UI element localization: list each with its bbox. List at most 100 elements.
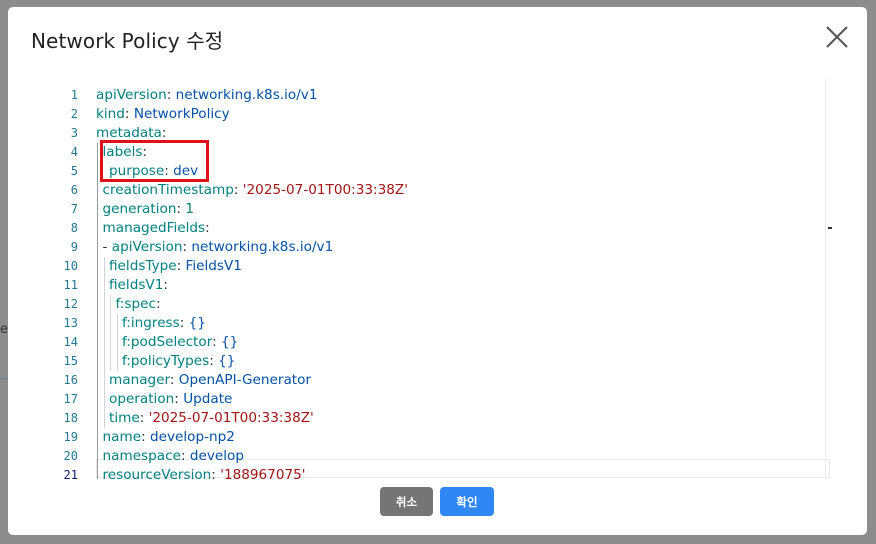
code-line[interactable]: 3 metadata:	[52, 124, 832, 143]
code-line[interactable]: 8 managedFields:	[52, 219, 832, 238]
token-key: operation	[109, 391, 175, 407]
line-number: 13	[63, 316, 78, 330]
code-line[interactable]: 11 fieldsV1:	[52, 276, 832, 295]
code-text: creationTimestamp: '2025-07-01T00:33:38Z…	[103, 181, 408, 200]
token-val: {}	[188, 315, 206, 331]
token-key: f:podSelector	[122, 334, 213, 350]
edit-network-policy-modal: Network Policy 수정 1 apiVersion: networkin…	[8, 7, 867, 535]
token-str: '2025-07-01T00:33:38Z'	[242, 182, 408, 198]
code-line[interactable]: 20 namespace: develop	[52, 447, 832, 466]
code-text: generation: 1	[103, 200, 195, 219]
token-val: NetworkPolicy	[133, 106, 230, 122]
yaml-code-editor[interactable]: 1 apiVersion: networking.k8s.io/v1 2 kind: …	[52, 79, 832, 479]
line-number: 16	[63, 373, 78, 387]
token-val: Update	[183, 391, 233, 407]
close-button[interactable]	[825, 25, 849, 49]
token-key: namespace	[102, 448, 181, 464]
token-key: f:spec	[115, 296, 156, 312]
code-text: kind: NetworkPolicy	[96, 105, 230, 124]
token-val: develop-np2	[149, 429, 235, 445]
token-punct: :	[233, 182, 243, 198]
line-number: 4	[70, 145, 78, 159]
code-text: manager: OpenAPI-Generator	[109, 371, 311, 390]
code-text: name: develop-np2	[103, 428, 235, 447]
code-text: f:policyTypes: {}	[122, 352, 235, 371]
indent-guide	[103, 257, 105, 428]
line-number: 8	[70, 221, 78, 235]
token-punct: :	[139, 410, 149, 426]
code-line[interactable]: 13 f:ingress: {}	[52, 314, 832, 333]
line-number: 5	[70, 164, 78, 178]
code-line[interactable]: 21 resourceVersion: '188967075'	[52, 466, 832, 479]
token-key: resourceVersion	[102, 467, 212, 479]
code-text: f:spec:	[116, 295, 161, 314]
token-val: OpenAPI-Generator	[178, 372, 312, 388]
code-line[interactable]: 14 f:podSelector: {}	[52, 333, 832, 352]
code-line[interactable]: 7 generation: 1	[52, 200, 832, 219]
token-punct: :	[176, 258, 186, 274]
token-key: metadata	[96, 125, 162, 141]
indent-guide	[97, 143, 98, 479]
code-text: apiVersion: networking.k8s.io/v1	[96, 86, 317, 105]
token-punct: :	[179, 315, 189, 331]
token-key: kind	[96, 106, 125, 122]
line-number: 20	[63, 449, 78, 463]
code-line[interactable]: 18 time: '2025-07-01T00:33:38Z'	[52, 409, 832, 428]
indent-guide	[110, 295, 111, 371]
code-text: managedFields:	[103, 219, 210, 238]
token-punct: :	[163, 277, 168, 293]
token-key: managedFields	[102, 220, 206, 236]
line-number: 9	[70, 240, 78, 254]
token-val: {}	[218, 353, 236, 369]
code-line[interactable]: 19 name: develop-np2	[52, 428, 832, 447]
token-punct: :	[155, 296, 161, 312]
token-punct: :	[124, 106, 134, 122]
code-text: fieldsV1:	[109, 276, 168, 295]
close-icon	[826, 26, 848, 48]
code-text: operation: Update	[109, 390, 232, 409]
token-punct: :	[212, 334, 221, 350]
code-text: fieldsType: FieldsV1	[109, 257, 242, 276]
token-str: '188967075'	[220, 467, 306, 479]
code-line[interactable]: 2 kind: NetworkPolicy	[52, 105, 832, 124]
token-val: networking.k8s.io/v1	[191, 239, 334, 255]
line-number: 17	[63, 392, 78, 406]
code-line[interactable]: 6 creationTimestamp: '2025-07-01T00:33:38…	[52, 181, 832, 200]
code-line[interactable]: 1 apiVersion: networking.k8s.io/v1	[52, 86, 832, 105]
token-key: purpose	[109, 163, 165, 179]
code-line[interactable]: 9 - apiVersion: networking.k8s.io/v1	[52, 238, 832, 257]
line-number: 21	[63, 468, 78, 479]
token-key: time	[109, 410, 140, 426]
code-line[interactable]: 4 labels:	[52, 143, 832, 162]
token-punct: :	[142, 144, 148, 160]
token-key: name	[102, 429, 142, 445]
code-line[interactable]: 15 f:policyTypes: {}	[52, 352, 832, 371]
token-key: generation	[102, 201, 177, 217]
line-number: 14	[63, 335, 78, 349]
code-line[interactable]: 16 manager: OpenAPI-Generator	[52, 371, 832, 390]
code-text: time: '2025-07-01T00:33:38Z'	[109, 409, 314, 428]
token-key: apiVersion	[96, 87, 167, 103]
background-fragment: e	[0, 322, 8, 337]
line-number: 2	[70, 107, 78, 121]
code-text: metadata:	[96, 124, 166, 143]
token-val: FieldsV1	[185, 258, 242, 274]
token-punct: :	[141, 429, 150, 445]
token-punct: :	[209, 353, 219, 369]
cancel-button[interactable]: 취소	[380, 487, 433, 516]
code-line[interactable]: 10 fieldsType: FieldsV1	[52, 257, 832, 276]
background-divider	[0, 378, 8, 379]
token-key: f:policyTypes	[122, 353, 210, 369]
token-val: networking.k8s.io/v1	[175, 87, 318, 103]
token-punct: :	[164, 163, 174, 179]
code-line[interactable]: 17 operation: Update	[52, 390, 832, 409]
indent-guide	[116, 314, 118, 371]
token-val: dev	[173, 163, 199, 179]
modal-title: Network Policy 수정	[31, 29, 224, 53]
token-val: develop	[189, 448, 244, 464]
confirm-button[interactable]: 확인	[440, 487, 494, 516]
code-line[interactable]: 12 f:spec:	[52, 295, 832, 314]
line-number: 6	[70, 183, 78, 197]
line-number: 3	[70, 126, 78, 140]
code-line[interactable]: 5 purpose: dev	[52, 162, 832, 181]
